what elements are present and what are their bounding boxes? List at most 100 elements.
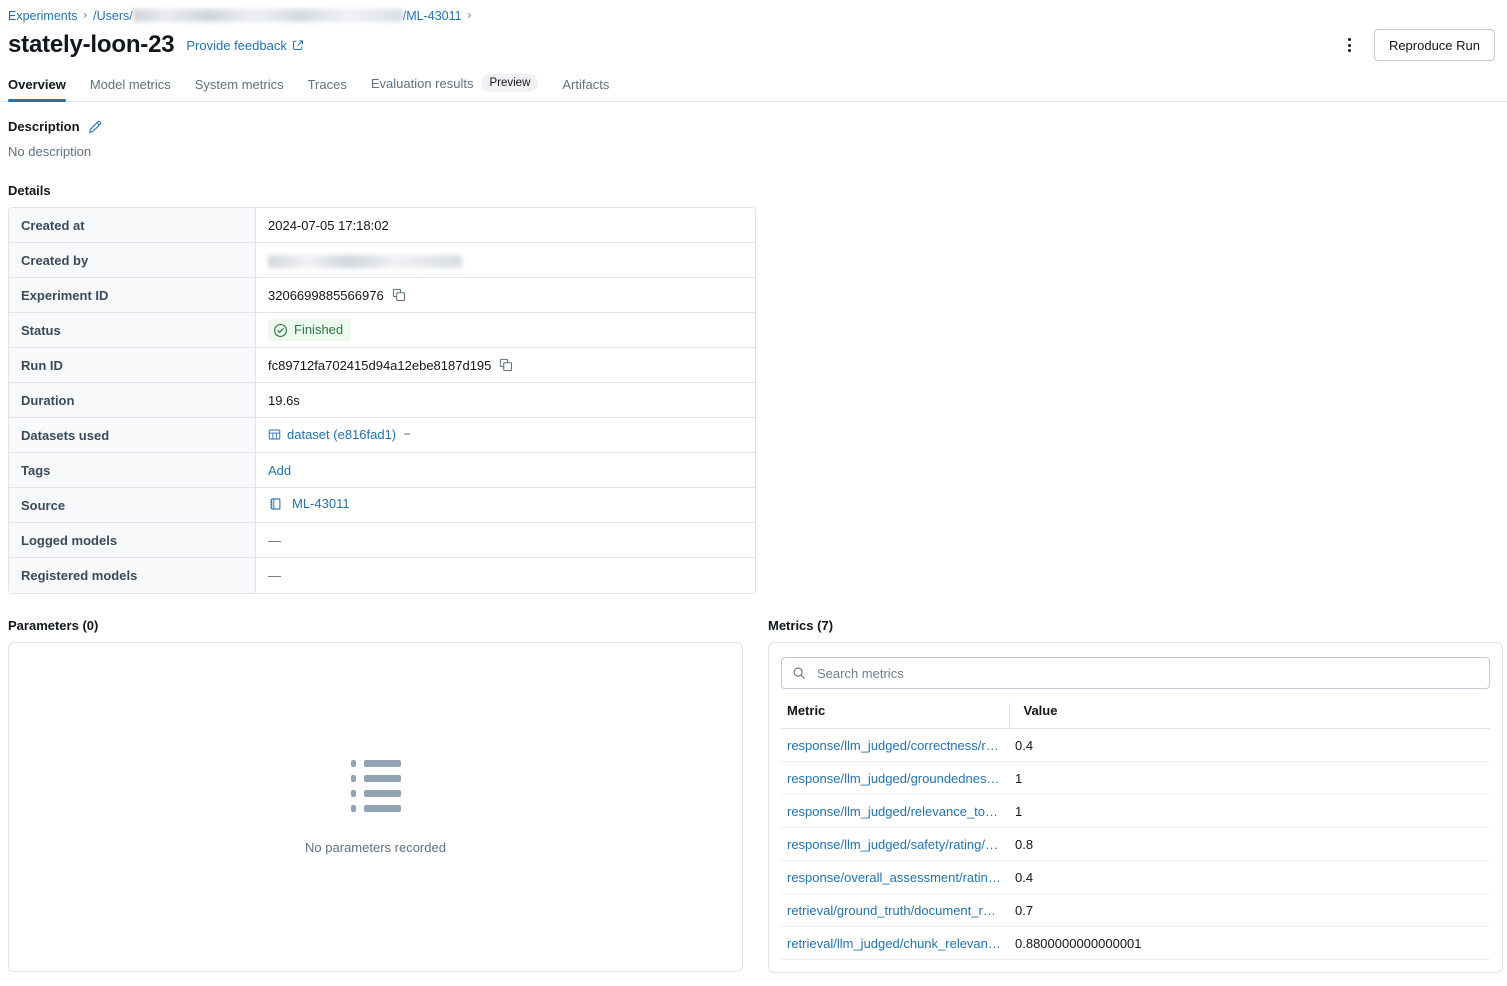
metrics-search[interactable]	[781, 657, 1490, 689]
provide-feedback-label: Provide feedback	[186, 38, 286, 53]
tab-overview[interactable]: Overview	[8, 77, 66, 101]
kebab-dot-3	[1348, 49, 1351, 52]
table-row: response/llm_judged/correctness/r… 0.4	[781, 729, 1490, 762]
search-icon	[792, 666, 806, 680]
metric-value-cell: 1	[1009, 795, 1490, 828]
pencil-icon[interactable]	[88, 120, 102, 134]
table-row: Run ID fc89712fa702415d94a12ebe8187d195	[9, 348, 755, 383]
dataset-link-label[interactable]: dataset (e816fad1)	[287, 427, 396, 442]
source-link[interactable]: ML-43011	[268, 496, 350, 511]
metric-value-cell: 1	[1009, 762, 1490, 795]
status-badge-label: Finished	[294, 321, 343, 339]
table-row: Status Finished	[9, 313, 755, 348]
tab-model-metrics[interactable]: Model metrics	[90, 77, 171, 101]
details-value-experiment-id: 3206699885566976	[256, 278, 755, 313]
breadcrumb-path-suffix: /ML-43011	[403, 8, 462, 24]
tab-artifacts[interactable]: Artifacts	[562, 77, 609, 101]
metric-value-cell: 0.7	[1009, 894, 1490, 927]
dataset-more-icon	[404, 433, 410, 435]
details-key-source: Source	[9, 488, 256, 523]
table-row: Datasets used dataset (e816fad1)	[9, 418, 755, 453]
run-id-text: fc89712fa702415d94a12ebe8187d195	[268, 358, 491, 373]
metrics-column-header-metric[interactable]: Metric	[781, 703, 1009, 729]
metric-name-cell[interactable]: response/overall_assessment/ratin…	[781, 861, 1009, 894]
tab-traces[interactable]: Traces	[308, 77, 347, 101]
parameters-column: Parameters (0)	[8, 618, 743, 972]
metric-link[interactable]: response/llm_judged/relevance_to…	[787, 804, 1009, 819]
details-key-logged-models: Logged models	[9, 523, 256, 558]
copy-icon[interactable]	[392, 288, 406, 302]
dataset-link[interactable]: dataset (e816fad1)	[268, 427, 410, 442]
table-row: retrieval/ground_truth/document_r… 0.7	[781, 894, 1490, 927]
metric-link[interactable]: response/llm_judged/safety/rating/…	[787, 837, 1009, 852]
details-value-created-by	[256, 243, 755, 278]
tab-evaluation-results[interactable]: Evaluation results Preview	[371, 74, 539, 101]
table-row: Source ML-43011	[9, 488, 755, 523]
details-value-logged-models: —	[256, 523, 755, 558]
details-key-tags: Tags	[9, 453, 256, 488]
empty-bar	[364, 775, 401, 782]
metrics-column-header-value[interactable]: Value	[1009, 703, 1490, 729]
table-row: response/llm_judged/relevance_to… 1	[781, 795, 1490, 828]
copy-icon[interactable]	[499, 358, 513, 372]
metrics-column: Metrics (7) Metric Value re	[768, 618, 1503, 973]
external-link-icon	[292, 39, 304, 51]
details-value-registered-models: —	[256, 558, 755, 593]
metric-link[interactable]: retrieval/llm_judged/chunk_relevan…	[787, 936, 1009, 951]
details-value-tags: Add	[256, 453, 755, 488]
table-row: Tags Add	[9, 453, 755, 488]
table-row: response/llm_judged/safety/rating/… 0.8	[781, 828, 1490, 861]
metric-name-cell[interactable]: response/llm_judged/relevance_to…	[781, 795, 1009, 828]
table-row: retrieval/llm_judged/chunk_relevan… 0.88…	[781, 927, 1490, 960]
details-key-duration: Duration	[9, 383, 256, 418]
details-key-run-id: Run ID	[9, 348, 256, 383]
metric-value-cell: 0.4	[1009, 861, 1490, 894]
metric-link[interactable]: response/llm_judged/groundednes…	[787, 771, 1009, 786]
tab-system-metrics[interactable]: System metrics	[195, 77, 284, 101]
table-row: Logged models —	[9, 523, 755, 558]
breadcrumb-redacted-user	[133, 9, 403, 22]
metric-value-cell: 0.4	[1009, 729, 1490, 762]
empty-bar	[364, 805, 401, 812]
search-input[interactable]	[815, 658, 1479, 688]
check-circle-icon	[273, 323, 288, 338]
details-table: Created at 2024-07-05 17:18:02 Created b…	[8, 207, 756, 594]
bottom-section: Parameters (0)	[0, 618, 1507, 973]
details-key-datasets-used: Datasets used	[9, 418, 256, 453]
parameters-panel: No parameters recorded	[8, 642, 743, 972]
notebook-icon	[268, 497, 282, 511]
provide-feedback-link[interactable]: Provide feedback	[186, 38, 303, 53]
details-heading: Details	[8, 159, 1499, 198]
reproduce-run-button[interactable]: Reproduce Run	[1374, 29, 1495, 61]
metric-link[interactable]: retrieval/ground_truth/document_r…	[787, 903, 1009, 918]
tab-evaluation-results-label: Evaluation results	[371, 76, 474, 91]
breadcrumb-experiments-link[interactable]: Experiments	[8, 8, 77, 24]
metric-value-cell: 0.8	[1009, 828, 1490, 861]
run-id-wrap: fc89712fa702415d94a12ebe8187d195	[268, 358, 513, 373]
breadcrumb-separator-icon-2: ›	[468, 7, 472, 23]
empty-bar	[364, 790, 401, 797]
breadcrumb-users-prefix: /Users/	[93, 8, 133, 24]
overflow-menu-icon[interactable]	[1336, 31, 1364, 59]
details-key-registered-models: Registered models	[9, 558, 256, 593]
empty-line-2	[351, 775, 401, 782]
source-link-label[interactable]: ML-43011	[292, 496, 350, 511]
table-row: Created at 2024-07-05 17:18:02	[9, 208, 755, 243]
metric-name-cell[interactable]: response/llm_judged/safety/rating/…	[781, 828, 1009, 861]
metric-name-cell[interactable]: response/llm_judged/groundednes…	[781, 762, 1009, 795]
status-badge: Finished	[268, 319, 351, 341]
metric-value-cell: 0.8800000000000001	[1009, 927, 1490, 960]
add-tag-link[interactable]: Add	[268, 463, 291, 478]
parameters-heading: Parameters (0)	[8, 618, 743, 633]
empty-line-3	[351, 790, 401, 797]
breadcrumb-path[interactable]: /Users/ /ML-43011	[93, 8, 461, 24]
metric-name-cell[interactable]: retrieval/llm_judged/chunk_relevan…	[781, 927, 1009, 960]
metric-name-cell[interactable]: response/llm_judged/correctness/r…	[781, 729, 1009, 762]
description-heading: Description	[8, 119, 80, 134]
breadcrumb-separator-icon: ›	[83, 7, 87, 23]
empty-line-4	[351, 805, 401, 812]
description-body: No description	[8, 134, 1499, 159]
metric-link[interactable]: response/overall_assessment/ratin…	[787, 870, 1009, 885]
metric-name-cell[interactable]: retrieval/ground_truth/document_r…	[781, 894, 1009, 927]
metric-link[interactable]: response/llm_judged/correctness/r…	[787, 738, 1009, 753]
